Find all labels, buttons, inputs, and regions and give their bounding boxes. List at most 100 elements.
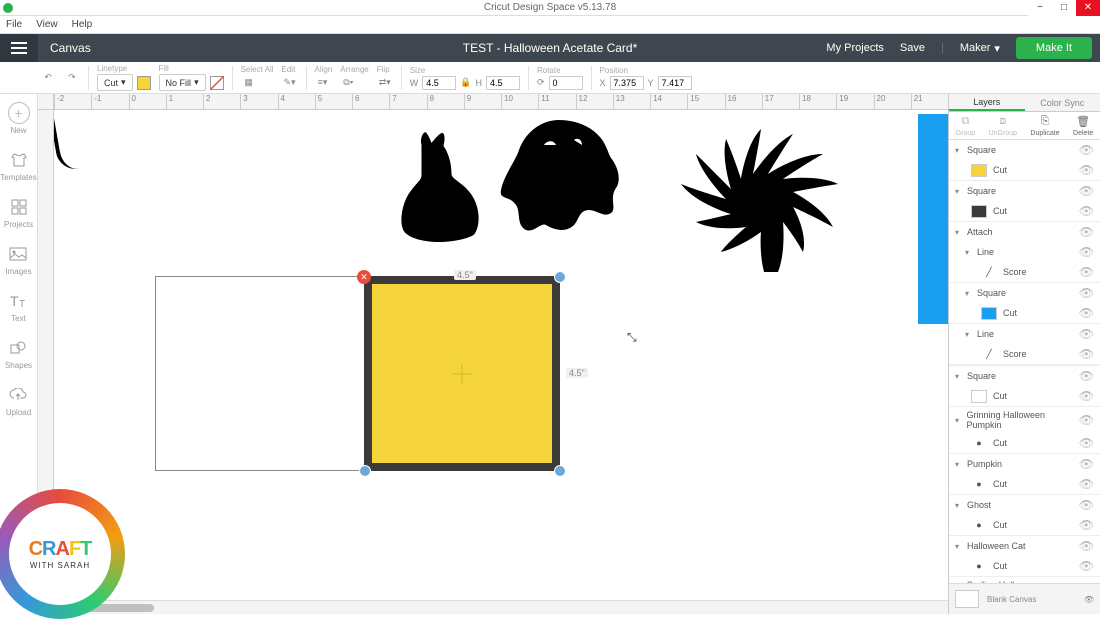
hamburger-menu[interactable] bbox=[0, 34, 38, 62]
visibility-icon[interactable]: 👁 bbox=[1079, 436, 1094, 450]
ghost-silhouette[interactable] bbox=[499, 115, 619, 235]
layer-item[interactable]: ▾Line👁╱Score👁 bbox=[949, 242, 1100, 283]
menu-help[interactable]: Help bbox=[72, 19, 93, 30]
layer-item[interactable]: ▾Square👁Cut👁 bbox=[949, 366, 1100, 407]
fill-color-swatch[interactable] bbox=[210, 76, 224, 90]
visibility-icon[interactable]: 👁 bbox=[1079, 225, 1094, 239]
visibility-icon[interactable]: 👁 bbox=[1079, 559, 1094, 573]
visibility-icon[interactable]: 👁 bbox=[1079, 204, 1094, 218]
minimize-button[interactable]: − bbox=[1028, 0, 1052, 16]
undo-icon[interactable]: ↶ bbox=[40, 70, 56, 86]
align-button[interactable]: ≡▾ bbox=[315, 75, 331, 91]
width-input[interactable] bbox=[422, 76, 456, 90]
arrange-button[interactable]: ⧉▾ bbox=[340, 75, 356, 91]
layer-item[interactable]: ▾Square👁Cut👁 bbox=[949, 283, 1100, 324]
upload-tool[interactable]: Upload bbox=[6, 384, 31, 417]
visibility-icon[interactable]: 👁 bbox=[1079, 143, 1094, 157]
layer-item[interactable]: ▾Attach👁▾Line👁╱Score👁▾Square👁Cut👁▾Line👁╱… bbox=[949, 222, 1100, 366]
make-it-button[interactable]: Make It bbox=[1016, 37, 1092, 59]
visibility-icon[interactable]: 👁 bbox=[1079, 265, 1094, 279]
blue-rectangle[interactable] bbox=[918, 114, 948, 324]
group-button[interactable]: ⧉Group bbox=[956, 115, 975, 137]
projects-tool[interactable]: Projects bbox=[4, 196, 33, 229]
layer-item[interactable]: ▾Grinning Halloween Pumpkin👁●Cut👁 bbox=[949, 407, 1100, 454]
templates-tool[interactable]: Templates bbox=[0, 149, 36, 182]
visibility-icon[interactable]: 👁 bbox=[1079, 413, 1094, 427]
visibility-icon[interactable]: 👁 bbox=[1079, 369, 1094, 383]
selection-resize-handle-bl[interactable] bbox=[359, 465, 371, 477]
select-all-button[interactable]: ▦ bbox=[241, 75, 257, 91]
layer-item[interactable]: ▾Halloween Cat👁●Cut👁 bbox=[949, 536, 1100, 577]
layer-op: Cut bbox=[993, 561, 1007, 571]
rotate-icon: ⟳ bbox=[537, 77, 545, 88]
visibility-icon[interactable]: 👁 bbox=[1079, 498, 1094, 512]
menu-file[interactable]: File bbox=[6, 19, 22, 30]
tab-color-sync[interactable]: Color Sync bbox=[1025, 94, 1100, 111]
visibility-icon[interactable]: 👁 bbox=[1079, 245, 1094, 259]
save-link[interactable]: Save bbox=[900, 42, 925, 54]
ghost-icon: ● bbox=[971, 519, 987, 532]
linetype-color-swatch[interactable] bbox=[137, 76, 151, 90]
selection-resize-handle-br[interactable] bbox=[554, 465, 566, 477]
canvas[interactable]: ✕ 4.5" 4.5" ⤡ bbox=[54, 110, 948, 600]
cat-silhouette[interactable] bbox=[389, 130, 494, 250]
layer-item[interactable]: ▾Pumpkin👁●Cut👁 bbox=[949, 454, 1100, 495]
shapes-icon bbox=[7, 337, 29, 359]
new-tool[interactable]: +New bbox=[8, 102, 30, 135]
selection-delete-handle[interactable]: ✕ bbox=[357, 270, 371, 284]
visibility-icon[interactable]: 👁 bbox=[1079, 163, 1094, 177]
visibility-icon[interactable]: 👁 bbox=[1079, 389, 1094, 403]
size-label: Size bbox=[410, 66, 520, 75]
rotate-input[interactable] bbox=[549, 76, 583, 90]
visibility-icon[interactable]: 👁 bbox=[1079, 306, 1094, 320]
tab-layers[interactable]: Layers bbox=[949, 94, 1025, 111]
visibility-icon[interactable]: 👁 bbox=[1079, 184, 1094, 198]
maximize-button[interactable]: □ bbox=[1052, 0, 1076, 16]
redo-icon[interactable]: ↷ bbox=[64, 70, 80, 86]
layer-item[interactable]: ▾Line👁╱Score👁 bbox=[949, 324, 1100, 365]
visibility-icon[interactable]: 👁 bbox=[1079, 477, 1094, 491]
height-input[interactable] bbox=[486, 76, 520, 90]
window-title: Cricut Design Space v5.13.78 bbox=[484, 2, 616, 13]
flip-button[interactable]: ⇄▾ bbox=[377, 75, 393, 91]
yellow-square-selected[interactable] bbox=[372, 284, 552, 463]
partial-shape[interactable] bbox=[54, 110, 89, 172]
chevron-down-icon: ▾ bbox=[965, 248, 973, 257]
x-input[interactable] bbox=[610, 76, 644, 90]
visibility-icon[interactable]: 👁 bbox=[1079, 286, 1094, 300]
edit-button[interactable]: ✎▾ bbox=[282, 75, 298, 91]
layer-item[interactable]: ▾Square👁Cut👁 bbox=[949, 181, 1100, 222]
machine-label: Maker bbox=[960, 42, 991, 54]
duplicate-button[interactable]: ⎘Duplicate bbox=[1030, 115, 1059, 137]
cat-icon: ● bbox=[971, 560, 987, 573]
visibility-icon[interactable]: 👁 bbox=[1079, 457, 1094, 471]
machine-selector[interactable]: Maker ▾ bbox=[960, 42, 1000, 55]
close-button[interactable]: ✕ bbox=[1076, 0, 1100, 16]
delete-button[interactable]: 🗑Delete bbox=[1073, 115, 1093, 137]
visibility-icon[interactable]: 👁 bbox=[1079, 518, 1094, 532]
visibility-icon[interactable]: 👁 bbox=[1079, 347, 1094, 361]
horizontal-scrollbar[interactable] bbox=[54, 600, 948, 614]
chevron-down-icon: ▾ bbox=[955, 501, 963, 510]
shapes-tool[interactable]: Shapes bbox=[5, 337, 32, 370]
canvas-swatch bbox=[955, 590, 979, 608]
canvas-area[interactable]: -2-10123456789101112131415161718192021 ✕… bbox=[38, 94, 948, 614]
visibility-icon[interactable]: 👁 bbox=[1079, 539, 1094, 553]
text-tool[interactable]: TTText bbox=[8, 290, 30, 323]
images-tool[interactable]: Images bbox=[5, 243, 31, 276]
ungroup-button[interactable]: ⧈UnGroup bbox=[989, 115, 1017, 137]
menu-view[interactable]: View bbox=[36, 19, 58, 30]
visibility-icon[interactable]: 👁 bbox=[1079, 327, 1094, 341]
lock-icon[interactable]: 🔒 bbox=[460, 77, 471, 88]
linetype-select[interactable]: Cut▾ bbox=[97, 74, 133, 91]
y-input[interactable] bbox=[658, 76, 692, 90]
blank-canvas-row[interactable]: Blank Canvas 👁 bbox=[949, 583, 1100, 614]
selection-rotate-handle[interactable] bbox=[554, 271, 566, 283]
shirt-icon bbox=[8, 149, 30, 171]
layer-item[interactable]: ▾Square👁Cut👁 bbox=[949, 140, 1100, 181]
tree-silhouette[interactable] bbox=[649, 110, 879, 272]
layer-item[interactable]: ▾Ghost👁●Cut👁 bbox=[949, 495, 1100, 536]
my-projects-link[interactable]: My Projects bbox=[826, 42, 883, 54]
fill-select[interactable]: No Fill▾ bbox=[159, 74, 206, 91]
visibility-icon[interactable]: 👁 bbox=[1084, 595, 1094, 604]
